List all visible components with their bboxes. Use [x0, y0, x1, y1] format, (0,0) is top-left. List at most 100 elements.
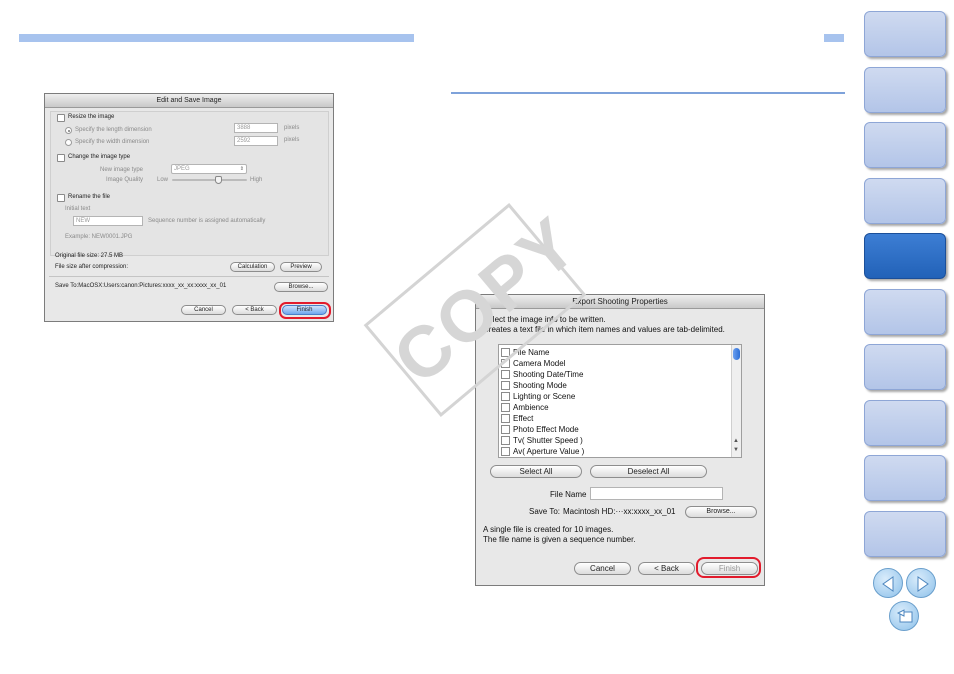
nav-tab-1[interactable] — [864, 11, 946, 57]
nav-tab-10[interactable] — [864, 511, 946, 557]
list-item[interactable]: Effect — [501, 413, 731, 424]
item-label: Photo Effect Mode — [513, 425, 579, 434]
change-type-checkbox[interactable] — [57, 154, 65, 162]
nav-tab-5-active[interactable] — [864, 233, 946, 279]
preview-button[interactable]: Preview — [280, 262, 322, 272]
image-type-select[interactable]: JPEG ⇕ — [171, 164, 247, 174]
item-checkbox[interactable] — [501, 381, 510, 390]
item-label: Shooting Mode — [513, 381, 567, 390]
item-checkbox[interactable] — [501, 348, 510, 357]
item-checkbox[interactable] — [501, 403, 510, 412]
quality-low: Low — [157, 177, 169, 183]
resize-checkbox[interactable] — [57, 114, 65, 122]
quality-slider-track[interactable] — [172, 176, 247, 184]
item-checkbox[interactable] — [501, 436, 510, 445]
file-name-label: File Name — [550, 490, 587, 499]
note-2: The file name is given a sequence number… — [483, 535, 636, 544]
item-label: Effect — [513, 414, 534, 423]
length-field[interactable]: 3888 — [234, 123, 278, 133]
select-all-button[interactable]: Select All — [490, 465, 582, 478]
quality-label: Image Quality — [106, 177, 144, 183]
divider — [49, 276, 329, 277]
width-label: Specify the width dimension — [75, 139, 150, 145]
item-checkbox[interactable] — [501, 359, 510, 368]
previous-page-button[interactable] — [873, 568, 903, 598]
list-item[interactable]: Shooting Date/Time — [501, 369, 731, 380]
item-label: Shooting Date/Time — [513, 370, 584, 379]
list-item[interactable]: File Name — [501, 347, 731, 358]
item-label: Tv( Shutter Speed ) — [513, 436, 583, 445]
pixels-unit-1: pixels — [284, 125, 300, 131]
return-page-button[interactable] — [889, 601, 919, 631]
cancel-button[interactable]: Cancel — [574, 562, 631, 575]
section-header-bar — [19, 34, 414, 42]
item-checkbox[interactable] — [501, 425, 510, 434]
cancel-button[interactable]: Cancel — [181, 305, 226, 315]
scroll-down-arrow-icon[interactable]: ▼ — [733, 447, 739, 453]
back-button[interactable]: < Back — [638, 562, 695, 575]
length-radio[interactable] — [65, 127, 72, 134]
list-item[interactable]: Ambience — [501, 402, 731, 413]
next-page-button[interactable] — [906, 568, 936, 598]
length-label: Specify the length dimension — [75, 127, 152, 133]
file-name-input[interactable] — [590, 487, 723, 500]
updown-icon: ⇕ — [239, 166, 244, 172]
section-header-bar-right — [824, 34, 844, 42]
list-item[interactable]: Tv( Shutter Speed ) — [501, 435, 731, 446]
example-text: Example: NEW0001.JPG — [65, 234, 133, 240]
back-button[interactable]: < Back — [232, 305, 277, 315]
section-rule — [451, 92, 845, 94]
arrow-left-icon — [882, 576, 894, 592]
nav-tab-9[interactable] — [864, 455, 946, 501]
quality-slider-thumb[interactable] — [215, 176, 222, 184]
calculation-button[interactable]: Calculation — [230, 262, 275, 272]
rename-checkbox[interactable] — [57, 194, 65, 202]
browse-button[interactable]: Browse... — [685, 506, 757, 518]
nav-tab-2[interactable] — [864, 67, 946, 113]
nav-tab-3[interactable] — [864, 122, 946, 168]
item-checkbox[interactable] — [501, 447, 510, 456]
return-arrow-icon — [896, 609, 913, 623]
scroll-up-arrow-icon[interactable]: ▲ — [733, 438, 739, 444]
shooting-info-list: File Name Camera Model Shooting Date/Time S… — [498, 344, 742, 458]
browse-button[interactable]: Browse... — [274, 282, 328, 292]
list-item[interactable]: Shooting Mode — [501, 380, 731, 391]
item-label: Camera Model — [513, 359, 566, 368]
save-to-label: Save To: — [529, 507, 560, 516]
change-type-label: Change the image type — [68, 154, 131, 160]
quality-high: High — [250, 177, 263, 183]
instruction-1: Select the image info to be written. — [483, 315, 606, 324]
item-checkbox[interactable] — [501, 392, 510, 401]
item-label: Lighting or Scene — [513, 392, 576, 401]
new-type-label: New image type — [100, 167, 144, 173]
item-label: File Name — [513, 348, 550, 357]
sequence-note: Sequence number is assigned automaticall… — [148, 218, 266, 224]
nav-tab-4[interactable] — [864, 178, 946, 224]
initial-text-field[interactable]: NEW — [73, 216, 143, 226]
edit-save-image-dialog: Edit and Save Image Resize the image Spe… — [44, 93, 334, 322]
finish-highlight-ring — [696, 557, 761, 578]
nav-tab-7[interactable] — [864, 344, 946, 390]
note-1: A single file is created for 10 images. — [483, 525, 614, 534]
dialog-title: Export Shooting Properties — [476, 295, 764, 309]
list-item[interactable]: Lighting or Scene — [501, 391, 731, 402]
arrow-right-icon — [917, 576, 929, 592]
resize-label: Resize the image — [68, 114, 115, 120]
list-scrollbar[interactable]: ▲ ▼ — [731, 345, 741, 457]
item-label: Av( Aperture Value ) — [513, 447, 585, 456]
list-item[interactable]: Av( Aperture Value ) — [501, 446, 731, 457]
list-item[interactable]: Camera Model — [501, 358, 731, 369]
item-label: Ambience — [513, 403, 549, 412]
width-field[interactable]: 2592 — [234, 136, 278, 146]
finish-highlight-ring — [279, 302, 331, 319]
item-checkbox[interactable] — [501, 370, 510, 379]
list-item[interactable]: Photo Effect Mode — [501, 424, 731, 435]
nav-tab-8[interactable] — [864, 400, 946, 446]
width-radio[interactable] — [65, 139, 72, 146]
scrollbar-thumb[interactable] — [733, 348, 740, 360]
rename-label: Rename the file — [68, 194, 111, 200]
options-panel: Resize the image Specify the length dime… — [50, 111, 329, 256]
item-checkbox[interactable] — [501, 414, 510, 423]
deselect-all-button[interactable]: Deselect All — [590, 465, 707, 478]
nav-tab-6[interactable] — [864, 289, 946, 335]
